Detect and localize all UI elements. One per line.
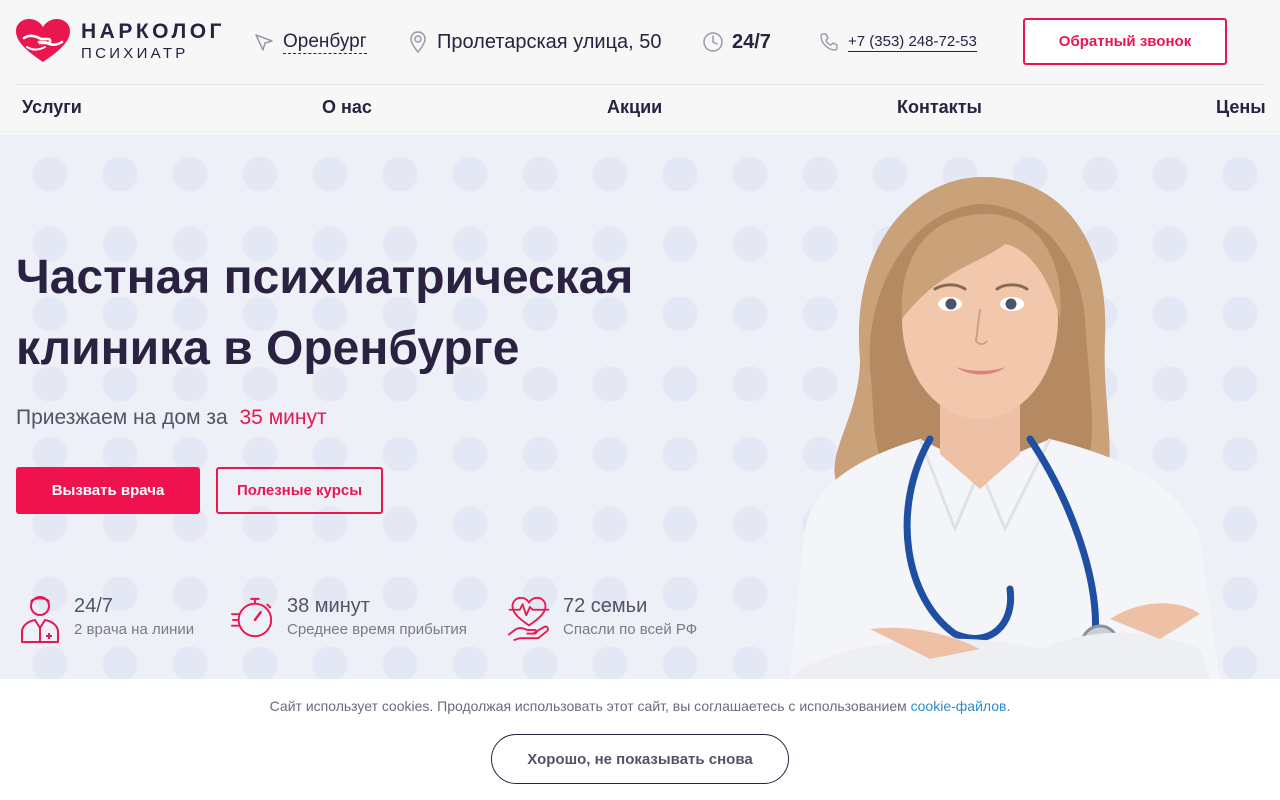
stat-arrival-label: Среднее время прибытия <box>287 621 467 638</box>
cookie-message: Сайт использует cookies. Продолжая испол… <box>0 698 1280 714</box>
nav-about[interactable]: О нас <box>322 97 372 118</box>
stat-doctors-label: 2 врача на линии <box>74 621 195 638</box>
hero-title: Частная психиатрическая клиника в Оренбу… <box>16 242 716 384</box>
cookie-text: Сайт использует cookies. Продолжая испол… <box>269 698 907 714</box>
cookie-text-end: . <box>1006 698 1011 714</box>
cookie-accept-button[interactable]: Хорошо, не показывать снова <box>491 734 789 784</box>
logo-subtitle: ПСИХИАТР <box>81 45 189 62</box>
hero-title-line2: клиника в Оренбурге <box>16 322 520 375</box>
nav-contacts[interactable]: Контакты <box>897 97 982 118</box>
logo[interactable]: НАРКОЛОГ ПСИХИАТР <box>15 18 225 64</box>
doctor-photo <box>790 176 1220 679</box>
hero-subtitle-accent: 35 минут <box>239 406 327 429</box>
work-hours: 24/7 <box>702 28 771 56</box>
doctor-icon <box>21 596 59 643</box>
address-text: Пролетарская улица, 50 <box>437 30 662 53</box>
useful-courses-button[interactable]: Полезные курсы <box>216 467 383 514</box>
stat-doctors-value: 24/7 <box>74 595 113 617</box>
phone-number: +7 (353) 248-72-53 <box>848 33 977 52</box>
stat-families-value: 72 семьи <box>563 595 648 617</box>
stat-arrival: 38 минут Среднее время прибытия <box>231 592 467 644</box>
stat-families: 72 семьи Спасли по всей РФ <box>507 592 697 644</box>
nav-services[interactable]: Услуги <box>22 97 82 118</box>
cookie-policy-link[interactable]: cookie-файлов <box>911 698 1007 714</box>
logo-title: НАРКОЛОГ <box>81 20 225 43</box>
stopwatch-icon <box>231 597 273 638</box>
stat-families-label: Спасли по всей РФ <box>563 621 698 638</box>
hours-text: 24/7 <box>732 30 771 53</box>
map-pin-icon <box>407 31 429 53</box>
callback-button[interactable]: Обратный звонок <box>1023 18 1227 65</box>
phone-link[interactable]: +7 (353) 248-72-53 <box>818 28 977 56</box>
hero-title-line1: Частная психиатрическая <box>16 251 634 304</box>
hero-subtitle-text: Приезжаем на дом за <box>16 406 228 429</box>
stat-doctors: 24/7 2 врача на линии <box>18 592 194 644</box>
header-divider <box>15 84 1265 85</box>
heart-pulse-hand-icon <box>507 596 550 641</box>
city-selector[interactable]: Оренбург <box>253 28 367 56</box>
stat-arrival-value: 38 минут <box>287 595 370 617</box>
site-header: НАРКОЛОГ ПСИХИАТР Оренбург Пролетарская … <box>0 0 1280 133</box>
heart-hands-icon <box>16 19 70 62</box>
phone-icon <box>818 31 840 53</box>
address: Пролетарская улица, 50 <box>407 28 662 56</box>
nav-promotions[interactable]: Акции <box>607 97 662 118</box>
hero-section: Частная психиатрическая клиника в Оренбу… <box>0 134 1280 679</box>
cookie-banner: Сайт использует cookies. Продолжая испол… <box>0 679 1280 800</box>
nav-prices[interactable]: Цены <box>1216 97 1266 118</box>
hero-subtitle: Приезжаем на дом за 35 минут <box>16 406 327 430</box>
location-arrow-icon <box>253 31 275 53</box>
clock-icon <box>702 31 724 53</box>
call-doctor-button[interactable]: Вызвать врача <box>16 467 200 514</box>
city-name: Оренбург <box>283 30 367 54</box>
